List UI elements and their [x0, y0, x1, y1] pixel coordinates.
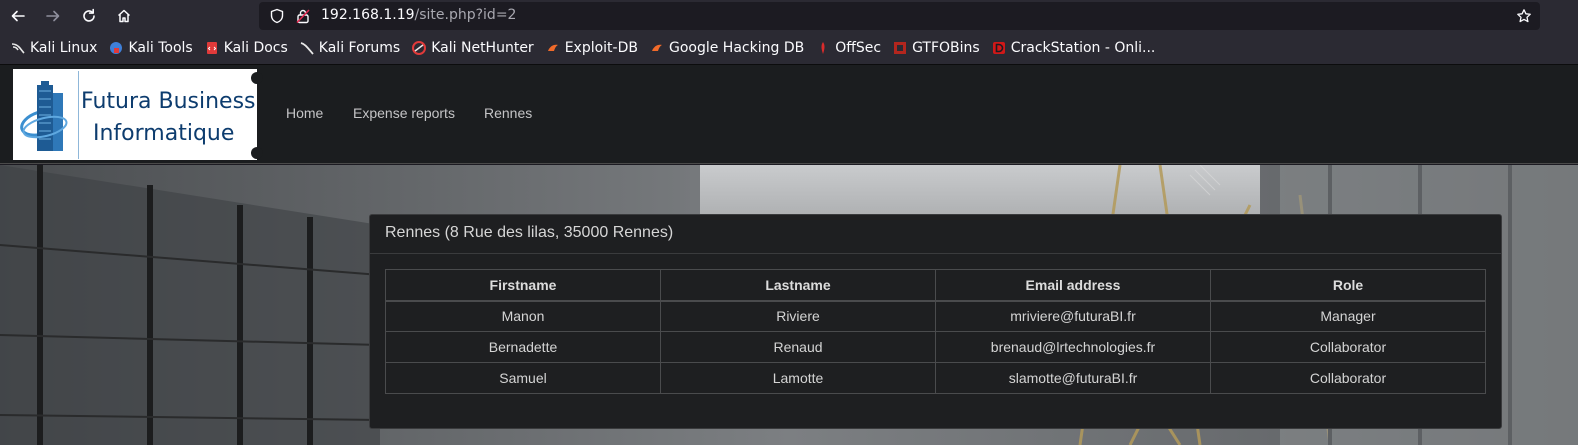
logo-text-line2: Informatique — [93, 121, 235, 146]
table-header-row: Firstname Lastname Email address Role — [385, 269, 1486, 302]
cell-firstname: Manon — [385, 300, 661, 332]
table-row: Manon Riviere mriviere@futuraBI.fr Manag… — [385, 300, 1486, 332]
bookmark-label: Kali Docs — [223, 40, 288, 56]
column-header-email: Email address — [935, 269, 1211, 302]
bookmark-exploit-db[interactable]: Exploit-DB — [541, 36, 643, 60]
table-row: Bernadette Renaud brenaud@lrtechnologies… — [385, 331, 1486, 363]
nav-rennes-link[interactable]: Rennes — [484, 105, 532, 121]
kali-dragon-icon — [11, 43, 25, 54]
cell-lastname: Renaud — [660, 331, 936, 363]
gtfobins-icon — [894, 42, 907, 54]
cell-firstname: Bernadette — [385, 331, 661, 363]
card-divider — [370, 253, 1501, 254]
bookmark-label: Kali NetHunter — [431, 40, 534, 56]
nav-expense-reports-link[interactable]: Expense reports — [353, 105, 455, 121]
cell-firstname: Samuel — [385, 362, 661, 394]
bookmark-kali-forums[interactable]: Kali Forums — [295, 36, 405, 60]
star-icon[interactable] — [1516, 8, 1532, 24]
building-logo-icon — [20, 81, 68, 151]
forward-button[interactable] — [40, 3, 66, 29]
cell-lastname: Riviere — [660, 300, 936, 332]
column-header-lastname: Lastname — [660, 269, 936, 302]
nethunter-icon — [412, 41, 427, 55]
logo-notch — [251, 72, 263, 84]
bookmark-label: GTFOBins — [912, 40, 980, 56]
crackstation-icon — [992, 42, 1005, 54]
bookmarks-bar: Kali Linux Kali Tools Kali Docs Kali For… — [0, 32, 1578, 65]
bookmark-label: OffSec — [835, 40, 882, 56]
reload-button[interactable] — [76, 3, 102, 29]
logo-notch — [251, 147, 263, 159]
insecure-lock-icon[interactable] — [295, 8, 311, 24]
bookmark-gtfobins[interactable]: GTFOBins — [888, 36, 985, 60]
url-path: /site.php?id=2 — [414, 7, 517, 23]
cell-role: Collaborator — [1210, 331, 1486, 363]
column-header-firstname: Firstname — [385, 269, 661, 302]
cell-lastname: Lamotte — [660, 362, 936, 394]
nav-home-link[interactable]: Home — [286, 105, 323, 121]
kali-forums-icon — [300, 42, 314, 55]
bookmark-label: Kali Linux — [30, 40, 98, 56]
bookmark-offsec[interactable]: OffSec — [811, 36, 886, 60]
bookmark-kali-tools[interactable]: Kali Tools — [104, 36, 197, 60]
cell-role: Collaborator — [1210, 362, 1486, 394]
back-button[interactable] — [5, 3, 31, 29]
bookmark-google-hacking-db[interactable]: Google Hacking DB — [645, 36, 809, 60]
home-button[interactable] — [111, 3, 137, 29]
bookmark-crackstation[interactable]: CrackStation - Onli... — [987, 36, 1161, 60]
employee-table: Firstname Lastname Email address Role Ma… — [385, 269, 1486, 394]
site-card: Rennes (8 Rue des lilas, 35000 Rennes) F… — [369, 214, 1502, 429]
ghdb-icon — [651, 44, 662, 51]
logo-text-line1: Futura Business — [81, 89, 256, 114]
browser-toolbar: 192.168.1.19/site.php?id=2 — [0, 0, 1578, 32]
url-bar[interactable]: 192.168.1.19/site.php?id=2 — [259, 2, 1540, 30]
bookmark-kali-linux[interactable]: Kali Linux — [6, 36, 102, 60]
kali-docs-icon — [206, 42, 217, 54]
bookmark-label: Kali Forums — [318, 40, 401, 56]
column-header-role: Role — [1210, 269, 1486, 302]
cell-email: brenaud@lrtechnologies.fr — [935, 331, 1211, 363]
arrow-left-icon — [11, 10, 25, 22]
site-logo[interactable]: Futura Business Informatique — [13, 69, 263, 160]
logo-divider — [78, 71, 79, 159]
bookmark-label: Google Hacking DB — [668, 40, 805, 56]
reload-icon — [83, 8, 95, 22]
home-icon — [117, 9, 131, 23]
card-title: Rennes (8 Rue des lilas, 35000 Rennes) — [385, 224, 674, 241]
bookmark-kali-docs[interactable]: Kali Docs — [200, 36, 293, 60]
url-host: 192.168.1.19 — [321, 7, 415, 23]
bookmark-label: CrackStation - Onli... — [1010, 40, 1156, 56]
shield-icon[interactable] — [269, 8, 285, 24]
table-row: Samuel Lamotte slamotte@futuraBI.fr Coll… — [385, 362, 1486, 394]
cell-role: Manager — [1210, 300, 1486, 332]
site-navbar: Futura Business Informatique Home Expens… — [0, 65, 1578, 164]
exploit-db-icon — [547, 44, 558, 51]
arrow-right-icon — [46, 10, 60, 22]
cell-email: mriviere@futuraBI.fr — [935, 300, 1211, 332]
bookmark-label: Kali Tools — [128, 40, 193, 56]
kali-tools-icon — [110, 42, 123, 54]
bookmark-kali-nethunter[interactable]: Kali NetHunter — [407, 36, 538, 60]
bookmark-label: Exploit-DB — [564, 40, 638, 56]
url-text[interactable]: 192.168.1.19/site.php?id=2 — [321, 7, 516, 23]
offsec-icon — [821, 42, 825, 54]
cell-email: slamotte@futuraBI.fr — [935, 362, 1211, 394]
